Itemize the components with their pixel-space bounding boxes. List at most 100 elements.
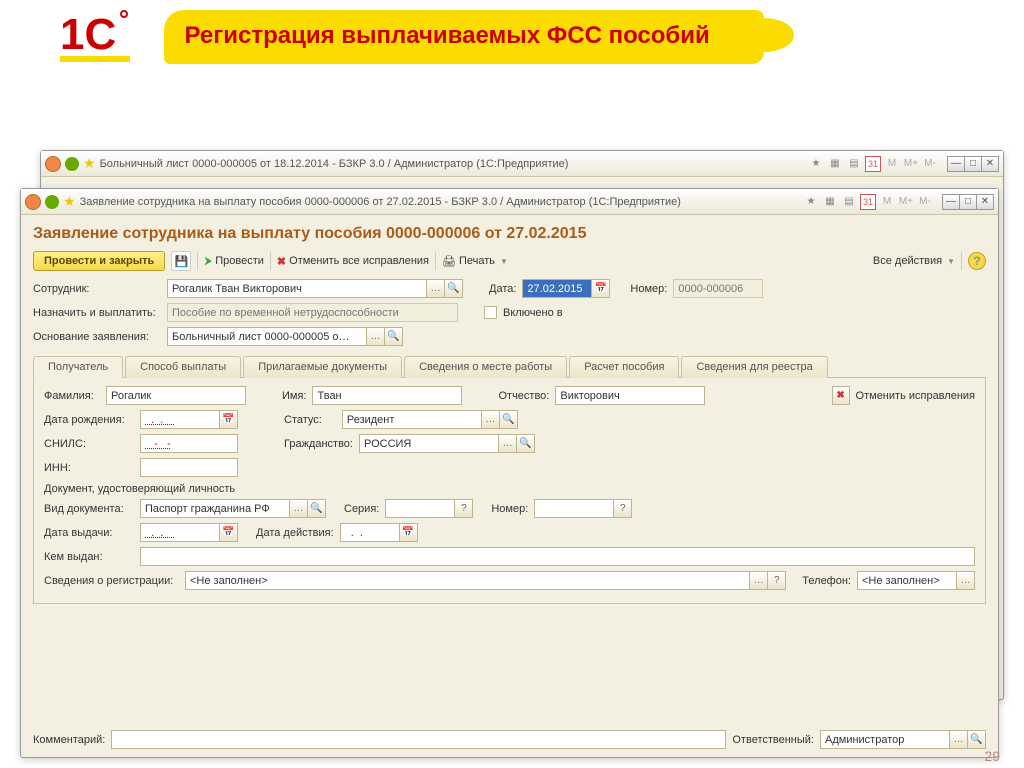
- date-picker-icon[interactable]: 📅: [592, 279, 610, 298]
- mem-mminus-icon[interactable]: M-: [922, 156, 938, 172]
- select-icon[interactable]: …: [950, 730, 968, 749]
- mem-mplus-icon[interactable]: M+: [898, 194, 914, 210]
- assign-field: [167, 303, 458, 322]
- open-icon[interactable]: 🔍: [968, 730, 986, 749]
- series-field[interactable]: [385, 499, 455, 518]
- hint-icon[interactable]: ?: [614, 499, 632, 518]
- number-field: [673, 279, 763, 298]
- document-title: Заявление сотрудника на выплату пособия …: [33, 225, 986, 243]
- hint-icon[interactable]: ?: [455, 499, 473, 518]
- patronymic-field[interactable]: [555, 386, 705, 405]
- minimize-button[interactable]: —: [947, 156, 965, 172]
- cancel-all-button[interactable]: ✖Отменить все исправления: [277, 255, 429, 268]
- citizen-field[interactable]: [359, 434, 499, 453]
- series-label: Серия:: [344, 503, 379, 515]
- cancel-fix-icon[interactable]: ✖: [832, 386, 850, 405]
- included-checkbox[interactable]: [484, 306, 497, 319]
- phone-label: Телефон:: [802, 575, 851, 587]
- submit-button[interactable]: ⮞Провести: [204, 255, 264, 268]
- issue-date-field[interactable]: [140, 523, 220, 542]
- favorite-icon[interactable]: ★: [63, 193, 76, 210]
- save-icon[interactable]: 💾: [171, 251, 191, 271]
- grid-icon[interactable]: ▦: [827, 156, 843, 172]
- select-icon[interactable]: …: [957, 571, 975, 590]
- doctype-field[interactable]: [140, 499, 290, 518]
- select-icon[interactable]: …: [482, 410, 500, 429]
- open-icon[interactable]: 🔍: [445, 279, 463, 298]
- app-icon: [25, 194, 41, 210]
- fav-small-icon[interactable]: ★: [803, 194, 819, 210]
- select-icon[interactable]: …: [290, 499, 308, 518]
- calendar-icon[interactable]: 31: [860, 194, 876, 210]
- window-front: ★ Заявление сотрудника на выплату пособи…: [20, 188, 999, 758]
- valid-date-field[interactable]: [340, 523, 400, 542]
- tab-benefit-calc[interactable]: Расчет пособия: [569, 356, 679, 378]
- calc-icon[interactable]: ▤: [846, 156, 862, 172]
- employee-field[interactable]: [167, 279, 427, 298]
- tab-attached-docs[interactable]: Прилагаемые документы: [243, 356, 402, 378]
- open-icon[interactable]: 🔍: [308, 499, 326, 518]
- nav-arrows-icon[interactable]: [65, 157, 79, 171]
- comment-field[interactable]: [111, 730, 726, 749]
- surname-field[interactable]: [106, 386, 246, 405]
- grid-icon[interactable]: ▦: [822, 194, 838, 210]
- close-button[interactable]: ✕: [981, 156, 999, 172]
- open-icon[interactable]: 🔍: [500, 410, 518, 429]
- name-field[interactable]: [312, 386, 462, 405]
- status-field[interactable]: [342, 410, 482, 429]
- select-icon[interactable]: …: [750, 571, 768, 590]
- reg-field[interactable]: [185, 571, 750, 590]
- tab-payment-method[interactable]: Способ выплаты: [125, 356, 241, 378]
- tab-workplace-info[interactable]: Сведения о месте работы: [404, 356, 567, 378]
- tab-recipient[interactable]: Получатель: [33, 356, 123, 378]
- mem-m-icon[interactable]: M: [884, 156, 900, 172]
- calc-icon[interactable]: ▤: [841, 194, 857, 210]
- maximize-button[interactable]: □: [959, 194, 977, 210]
- date-field[interactable]: [522, 279, 592, 298]
- app-icon: [45, 156, 61, 172]
- responsible-field[interactable]: [820, 730, 950, 749]
- calendar-icon[interactable]: 31: [865, 156, 881, 172]
- issued-by-label: Кем выдан:: [44, 551, 134, 563]
- date-picker-icon[interactable]: 📅: [400, 523, 418, 542]
- mem-mminus-icon[interactable]: M-: [917, 194, 933, 210]
- mem-mplus-icon[interactable]: M+: [903, 156, 919, 172]
- open-icon[interactable]: 🔍: [517, 434, 535, 453]
- phone-field[interactable]: [857, 571, 957, 590]
- select-icon[interactable]: …: [367, 327, 385, 346]
- close-button[interactable]: ✕: [976, 194, 994, 210]
- submit-close-button[interactable]: Провести и закрыть: [33, 251, 165, 271]
- open-icon[interactable]: 🔍: [385, 327, 403, 346]
- basis-field[interactable]: [167, 327, 367, 346]
- help-button[interactable]: ?: [968, 252, 986, 270]
- status-label: Статус:: [284, 414, 322, 426]
- snils-label: СНИЛС:: [44, 438, 134, 450]
- issue-date-label: Дата выдачи:: [44, 527, 134, 539]
- select-icon[interactable]: …: [499, 434, 517, 453]
- nav-arrows-icon[interactable]: [45, 195, 59, 209]
- page-number: 29: [984, 748, 1000, 764]
- maximize-button[interactable]: □: [964, 156, 982, 172]
- all-actions-button[interactable]: Все действия▼: [873, 255, 955, 267]
- print-button[interactable]: 🖨Печать▼: [442, 255, 508, 268]
- select-icon[interactable]: …: [427, 279, 445, 298]
- minimize-button[interactable]: —: [942, 194, 960, 210]
- mem-m-icon[interactable]: M: [879, 194, 895, 210]
- date-picker-icon[interactable]: 📅: [220, 523, 238, 542]
- issued-by-field[interactable]: [140, 547, 975, 566]
- responsible-label: Ответственный:: [732, 734, 814, 746]
- name-label: Имя:: [282, 390, 306, 402]
- cancel-fix-button[interactable]: Отменить исправления: [856, 390, 975, 402]
- docnumber-field[interactable]: [534, 499, 614, 518]
- comment-label: Комментарий:: [33, 734, 105, 746]
- date-picker-icon[interactable]: 📅: [220, 410, 238, 429]
- included-label: Включено в: [503, 307, 563, 319]
- snils-field[interactable]: [140, 434, 238, 453]
- fav-small-icon[interactable]: ★: [808, 156, 824, 172]
- tab-registry-info[interactable]: Сведения для реестра: [681, 356, 827, 378]
- inn-field[interactable]: [140, 458, 238, 477]
- dob-field[interactable]: [140, 410, 220, 429]
- docnumber-label: Номер:: [491, 503, 528, 515]
- hint-icon[interactable]: ?: [768, 571, 786, 590]
- favorite-icon[interactable]: ★: [83, 155, 96, 172]
